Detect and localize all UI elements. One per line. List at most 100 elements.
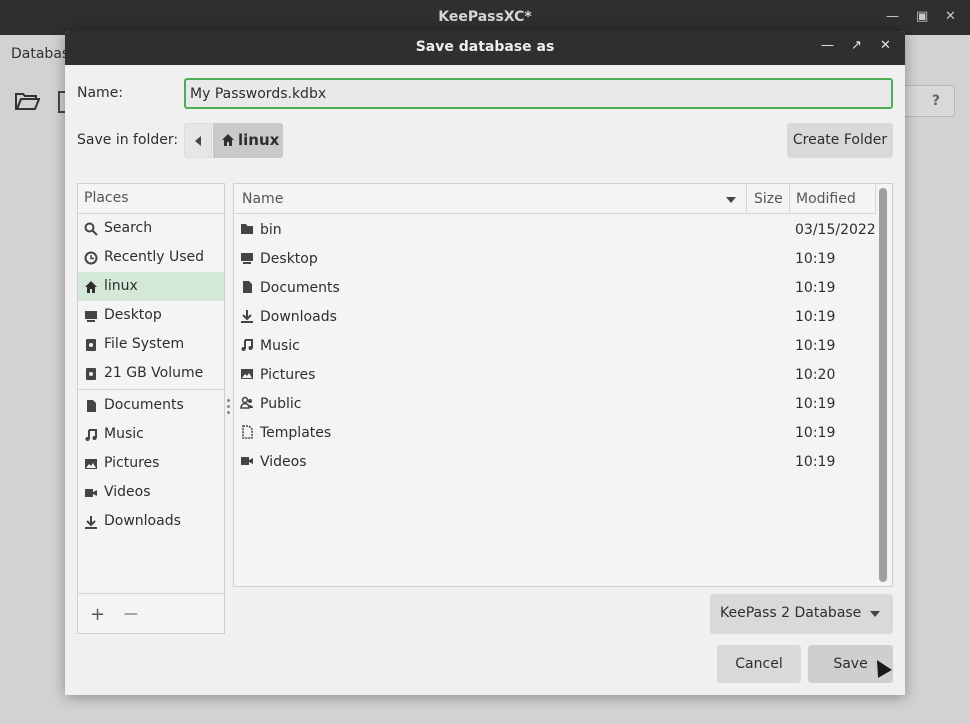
document-icon bbox=[243, 281, 252, 293]
minimize-icon[interactable]: — bbox=[886, 9, 899, 24]
path-folder-label: linux bbox=[238, 131, 280, 149]
file-name: Documents bbox=[260, 280, 340, 296]
file-name: Downloads bbox=[260, 309, 337, 325]
place-label: Downloads bbox=[104, 513, 181, 529]
place-label: Desktop bbox=[104, 307, 162, 323]
column-divider bbox=[875, 184, 876, 214]
file-type-filter-value: KeePass 2 Database bbox=[720, 605, 862, 621]
place-search[interactable]: Search bbox=[78, 214, 224, 243]
place-videos[interactable]: Videos bbox=[78, 478, 224, 507]
minimize-icon[interactable]: — bbox=[821, 38, 834, 53]
filename-input[interactable] bbox=[184, 78, 893, 109]
place-file-system[interactable]: File System bbox=[78, 330, 224, 359]
name-label: Name: bbox=[77, 85, 124, 101]
file-name: Desktop bbox=[260, 251, 318, 267]
file-list-scrollbar[interactable] bbox=[879, 188, 887, 582]
place-documents[interactable]: Documents bbox=[78, 391, 224, 420]
file-row-bin[interactable]: bin 03/15/2022 bbox=[234, 215, 876, 244]
place-linux[interactable]: linux bbox=[78, 272, 224, 301]
template-icon bbox=[242, 425, 253, 439]
cancel-button[interactable]: Cancel bbox=[717, 645, 801, 683]
create-folder-button[interactable]: Create Folder bbox=[787, 123, 893, 158]
home-icon bbox=[222, 134, 234, 146]
chevron-down-icon bbox=[870, 611, 880, 617]
file-row-templates[interactable]: Templates 10:19 bbox=[234, 418, 876, 447]
desktop-icon bbox=[241, 253, 253, 264]
file-row-music[interactable]: Music 10:19 bbox=[234, 331, 876, 360]
file-row-documents[interactable]: Documents 10:19 bbox=[234, 273, 876, 302]
image-icon bbox=[85, 459, 97, 469]
file-row-downloads[interactable]: Downloads 10:19 bbox=[234, 302, 876, 331]
file-row-pictures[interactable]: Pictures 10:20 bbox=[234, 360, 876, 389]
music-icon bbox=[241, 339, 253, 351]
file-name: Videos bbox=[260, 454, 307, 470]
save-in-folder-label: Save in folder: bbox=[77, 132, 179, 148]
download-icon bbox=[85, 516, 97, 529]
file-name: Templates bbox=[260, 425, 332, 441]
sort-descending-icon[interactable] bbox=[726, 197, 736, 203]
file-name: bin bbox=[260, 222, 282, 238]
open-folder-icon[interactable] bbox=[14, 91, 40, 111]
download-icon bbox=[241, 310, 253, 323]
pane-resize-handle[interactable] bbox=[227, 399, 231, 417]
place-label: linux bbox=[104, 278, 138, 294]
places-sidebar: Places Search Recently Used linux Deskto… bbox=[77, 183, 225, 634]
image-icon bbox=[241, 369, 253, 379]
column-divider bbox=[789, 184, 790, 214]
maximize-icon[interactable]: ↗ bbox=[851, 38, 862, 53]
scrollbar-thumb[interactable] bbox=[879, 188, 887, 582]
file-modified: 10:19 bbox=[795, 396, 836, 412]
place-pictures[interactable]: Pictures bbox=[78, 449, 224, 478]
app-title: KeePassXC* bbox=[438, 9, 532, 25]
place-21gb-volume[interactable]: 21 GB Volume bbox=[78, 359, 224, 388]
place-recently-used[interactable]: Recently Used bbox=[78, 243, 224, 272]
app-menu-database[interactable]: Databas bbox=[11, 46, 69, 62]
column-modified-header[interactable]: Modified bbox=[796, 191, 856, 207]
place-downloads[interactable]: Downloads bbox=[78, 507, 224, 536]
file-name: Music bbox=[260, 338, 300, 354]
column-size-header[interactable]: Size bbox=[754, 191, 783, 207]
place-label: Search bbox=[104, 220, 153, 236]
file-row-desktop[interactable]: Desktop 10:19 bbox=[234, 244, 876, 273]
places-separator bbox=[78, 389, 224, 390]
music-icon bbox=[85, 429, 97, 441]
place-label: Pictures bbox=[104, 455, 160, 471]
add-bookmark-button[interactable]: + bbox=[90, 604, 105, 625]
app-titlebar: KeePassXC* — ▣ ✕ bbox=[0, 0, 970, 35]
remove-bookmark-button[interactable]: — bbox=[124, 606, 138, 622]
file-modified: 10:19 bbox=[795, 251, 836, 267]
place-label: 21 GB Volume bbox=[104, 365, 204, 381]
close-icon[interactable]: ✕ bbox=[880, 38, 891, 53]
home-icon bbox=[85, 281, 97, 293]
file-type-filter[interactable]: KeePass 2 Database bbox=[710, 594, 893, 634]
file-name: Public bbox=[260, 396, 302, 412]
file-modified: 10:19 bbox=[795, 280, 836, 296]
search-field[interactable]: ? bbox=[905, 85, 955, 117]
dialog-title: Save database as bbox=[415, 39, 555, 55]
column-divider bbox=[746, 184, 747, 214]
column-name-header[interactable]: Name bbox=[242, 191, 283, 207]
file-modified: 10:20 bbox=[795, 367, 836, 383]
people-icon bbox=[240, 396, 253, 409]
close-icon[interactable]: ✕ bbox=[945, 9, 956, 24]
place-label: Recently Used bbox=[104, 249, 205, 265]
maximize-icon[interactable]: ▣ bbox=[916, 9, 928, 24]
place-music[interactable]: Music bbox=[78, 420, 224, 449]
file-modified: 10:19 bbox=[795, 454, 836, 470]
save-dialog: Save database as — ↗ ✕ Name: Save in fol… bbox=[65, 31, 905, 695]
folder-icon bbox=[241, 224, 253, 234]
path-back-button[interactable] bbox=[184, 123, 212, 158]
file-row-public[interactable]: Public 10:19 bbox=[234, 389, 876, 418]
document-icon bbox=[87, 400, 96, 412]
place-label: File System bbox=[104, 336, 185, 352]
drive-icon bbox=[86, 339, 96, 351]
file-list-header: Name Size Modified bbox=[234, 184, 876, 214]
path-folder-button[interactable]: linux bbox=[213, 123, 283, 158]
search-icon bbox=[84, 222, 98, 236]
desktop-icon bbox=[85, 311, 97, 322]
file-row-videos[interactable]: Videos 10:19 bbox=[234, 447, 876, 476]
place-desktop[interactable]: Desktop bbox=[78, 301, 224, 330]
places-footer: + — bbox=[78, 593, 224, 633]
help-icon[interactable]: ? bbox=[932, 93, 940, 109]
places-header: Places bbox=[78, 184, 224, 214]
